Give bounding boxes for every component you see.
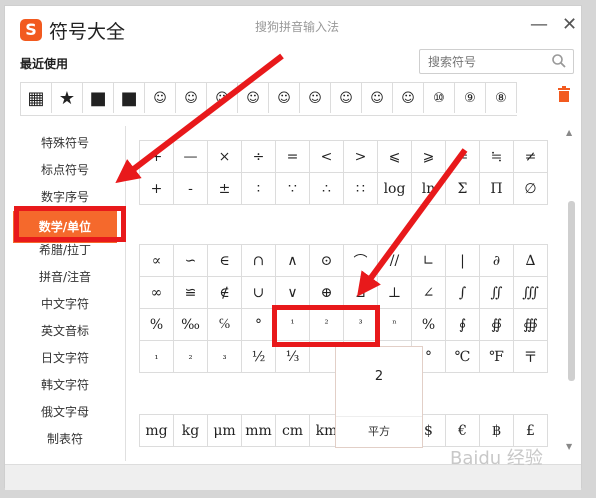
- annotation-arrows: [115, 53, 468, 297]
- arrow-to-superscript: [357, 148, 468, 297]
- arrow-to-category: [115, 53, 284, 184]
- watermark-logo: Baidu 经验: [450, 448, 543, 469]
